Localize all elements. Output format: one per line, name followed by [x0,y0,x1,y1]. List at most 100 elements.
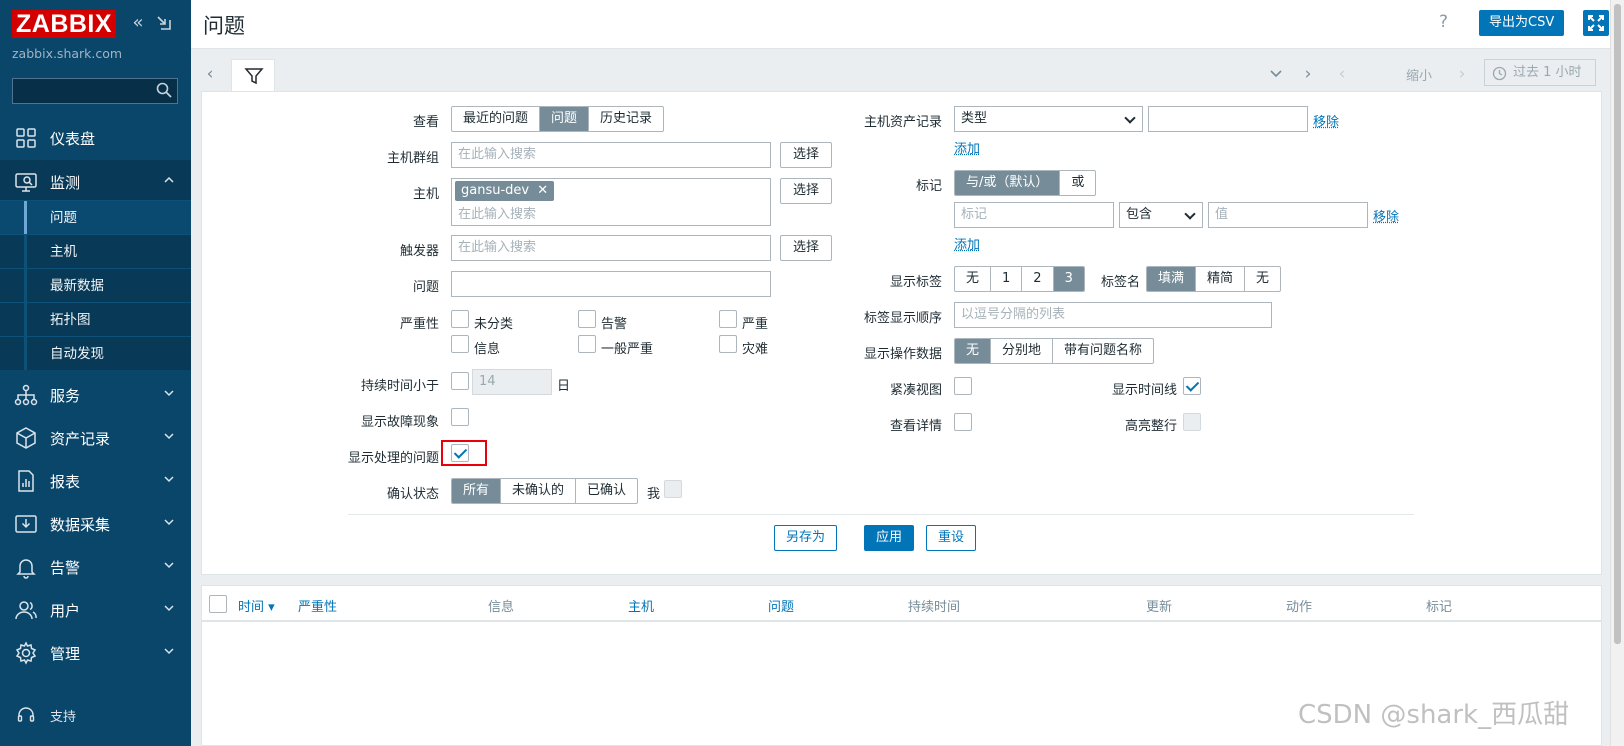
age-days-input[interactable]: 14 [472,369,552,395]
sidebar-search-input[interactable] [12,78,178,104]
kiosk-mode-button[interactable] [1583,10,1609,36]
host-multiselect[interactable]: gansu-dev ✕ 在此输入搜索 [451,178,771,226]
tag-operator-select[interactable]: 包含 [1119,202,1203,228]
compact-view-checkbox[interactable] [954,377,972,395]
show-tags-2[interactable]: 2 [1022,267,1054,291]
show-tags-none[interactable]: 无 [955,267,992,291]
nav-reports[interactable]: 报表 [0,459,191,503]
problem-input[interactable] [451,271,771,297]
nav-users[interactable]: 用户 [0,588,191,632]
page-scrollbar[interactable] [1610,0,1624,746]
highlight-row-checkbox[interactable] [1183,413,1201,431]
tag-priority-input[interactable]: 以逗号分隔的列表 [954,302,1272,328]
sidebar-item-maps[interactable]: 拓扑图 [0,302,191,336]
view-option-recent[interactable]: 最近的问题 [452,107,541,131]
opdata-with-problem[interactable]: 带有问题名称 [1053,339,1153,363]
view-option-problems[interactable]: 问题 [540,107,590,131]
show-tags-control[interactable]: 无 1 2 3 [954,266,1085,292]
inventory-add-link[interactable]: 添加 [954,138,980,157]
show-symptoms-checkbox[interactable] [451,408,469,426]
host-group-select-button[interactable]: 选择 [780,142,833,168]
sidebar-item-problems[interactable]: 问题 [0,200,191,234]
tags-operator-or[interactable]: 或 [1060,171,1095,195]
show-details-checkbox[interactable] [954,413,972,431]
show-opdata-control[interactable]: 无 分别地 带有问题名称 [954,338,1155,364]
tags-operator-andor[interactable]: 与/或（默认） [955,171,1061,195]
tag-remove-link[interactable]: 移除 [1373,206,1399,225]
time-forward-icon[interactable]: › [1453,65,1471,83]
severity-not-classified-checkbox[interactable] [451,310,469,328]
severity-warning-checkbox[interactable] [578,310,596,328]
inventory-value-input[interactable] [1148,106,1308,132]
ack-option-all[interactable]: 所有 [452,479,502,503]
opdata-separately[interactable]: 分别地 [991,339,1054,363]
ack-option-acknowledged[interactable]: 已确认 [576,479,637,503]
host-group-input[interactable]: 在此输入搜索 [451,142,771,168]
severity-option-label: 未分类 [474,317,514,332]
sidebar-item-hosts[interactable]: 主机 [0,234,191,268]
collapse-sidebar-icon[interactable]: « [128,14,148,34]
view-option-history[interactable]: 历史记录 [589,107,663,131]
column-host[interactable]: 主机 [628,596,654,615]
tag-name-short[interactable]: 精简 [1196,267,1246,291]
show-tags-1[interactable]: 1 [991,267,1023,291]
severity-average-checkbox[interactable] [578,335,596,353]
zabbix-logo[interactable]: ZABBIX [12,10,117,38]
severity-disaster-checkbox[interactable] [719,335,737,353]
column-problem[interactable]: 问题 [768,596,794,615]
tag-name-input[interactable]: 标记 [954,202,1114,228]
opdata-none[interactable]: 无 [955,339,992,363]
column-time[interactable]: 时间 ▾ [238,596,275,615]
trigger-input[interactable]: 在此输入搜索 [451,235,771,261]
age-checkbox[interactable] [451,372,469,390]
nav-inventory[interactable]: 资产记录 [0,416,191,460]
hide-sidebar-icon[interactable] [154,14,174,34]
tag-value-input[interactable]: 值 [1208,202,1368,228]
remove-chip-icon[interactable]: ✕ [537,183,548,198]
search-icon[interactable] [156,82,172,98]
nav-monitoring[interactable]: 监测 [0,160,191,204]
apply-button[interactable]: 应用 [864,525,915,551]
show-tags-3[interactable]: 3 [1053,267,1084,291]
time-range-tab[interactable]: 过去 1 小时 [1484,59,1596,86]
inventory-field-select[interactable]: 类型 [954,106,1143,132]
tag-name-full[interactable]: 填满 [1147,267,1197,291]
zoom-out-button[interactable]: 缩小 [1406,65,1432,84]
tag-name-display-control[interactable]: 填满 精简 无 [1146,266,1282,292]
tag-name-none[interactable]: 无 [1245,267,1280,291]
host-chip[interactable]: gansu-dev ✕ [455,181,555,201]
reset-button[interactable]: 重设 [926,525,977,551]
save-as-button[interactable]: 另存为 [774,525,838,551]
ack-by-me-checkbox[interactable] [664,480,682,498]
nav-dashboard[interactable]: 仪表盘 [0,116,191,160]
nav-support[interactable]: 支持 [0,700,191,730]
inventory-remove-link[interactable]: 移除 [1313,111,1339,130]
severity-high-checkbox[interactable] [719,310,737,328]
sidebar-item-discovery[interactable]: 自动发现 [0,336,191,370]
nav-alerts[interactable]: 告警 [0,545,191,589]
collapse-tabs-icon[interactable] [1267,65,1285,83]
next-tab-icon[interactable]: › [1299,65,1317,83]
host-select-button[interactable]: 选择 [780,178,833,204]
tag-add-link[interactable]: 添加 [954,234,980,253]
export-csv-button[interactable]: 导出为CSV [1479,10,1565,36]
select-all-checkbox[interactable] [209,595,227,613]
nav-data-collection[interactable]: 数据采集 [0,502,191,546]
show-timeline-checkbox[interactable] [1183,377,1201,395]
nav-services[interactable]: 服务 [0,373,191,417]
sidebar-item-latest-data[interactable]: 最新数据 [0,268,191,302]
view-segmented-control[interactable]: 最近的问题 问题 历史记录 [451,106,665,132]
severity-information-checkbox[interactable] [451,335,469,353]
time-back-icon[interactable]: ‹ [1333,65,1351,83]
scrollbar-thumb[interactable] [1614,4,1621,644]
ack-option-unacknowledged[interactable]: 未确认的 [501,479,577,503]
nav-label: 服务 [50,386,81,405]
column-severity[interactable]: 严重性 [298,596,337,615]
tags-operator-control[interactable]: 与/或（默认） 或 [954,170,1097,196]
ack-segmented-control[interactable]: 所有 未确认的 已确认 [451,478,639,504]
filter-tab[interactable] [231,59,275,92]
tabs-prev-icon[interactable]: ‹ [201,65,219,83]
nav-administration[interactable]: 管理 [0,631,191,675]
help-icon[interactable]: ? [1439,12,1448,32]
trigger-select-button[interactable]: 选择 [780,235,833,261]
